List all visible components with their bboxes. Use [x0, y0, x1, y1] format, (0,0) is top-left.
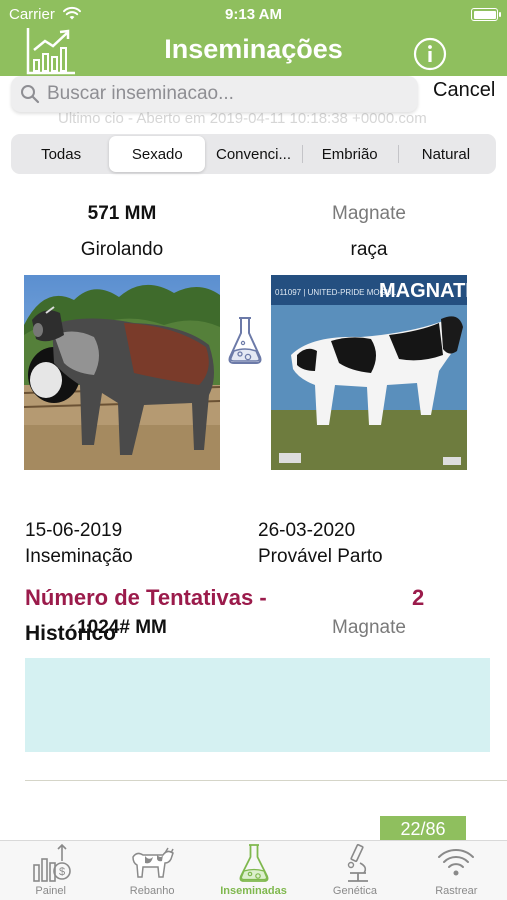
bull-photo: 011097 | UNITED-PRIDE MOGUL MAGNATE	[271, 275, 467, 470]
wifi-signal-icon	[438, 848, 475, 876]
tab-genetica[interactable]: Genética	[304, 841, 405, 900]
next-bull-name[interactable]: Magnate	[271, 617, 467, 639]
app-screen: Carrier 9:13 AM Inseminações Ultimo cio …	[0, 0, 507, 900]
tab-label: Genética	[332, 885, 377, 897]
tab-rastrear[interactable]: Rastrear	[406, 841, 507, 900]
due-date-label: Provável Parto	[258, 546, 383, 567]
cow-id: 571 MM	[87, 203, 157, 224]
bull-breed: raça	[350, 239, 388, 260]
segment-embriao[interactable]: Embrião	[301, 136, 398, 172]
history-box	[25, 658, 490, 752]
tab-painel[interactable]: $ Painel	[0, 841, 101, 900]
search-input[interactable]	[47, 80, 407, 108]
info-icon[interactable]	[413, 37, 447, 71]
tab-inseminadas[interactable]: Inseminadas	[203, 841, 304, 900]
segment-sexado[interactable]: Sexado	[109, 136, 206, 172]
microscope-icon	[347, 844, 368, 882]
segment-natural[interactable]: Natural	[397, 136, 494, 172]
cancel-button[interactable]: Cancel	[433, 79, 495, 102]
attempts-count: 2	[412, 585, 425, 610]
status-bar: Carrier 9:13 AM	[0, 6, 507, 24]
insemination-label: Inseminação	[25, 546, 133, 567]
attempts-label: Número de Tentativas -	[25, 585, 267, 610]
svg-text:$: $	[59, 866, 65, 878]
search-icon	[21, 85, 40, 104]
segment-todas[interactable]: Todas	[13, 136, 109, 172]
cow-icon	[132, 847, 175, 878]
next-cow-id[interactable]: 1024# MM	[24, 617, 220, 639]
dashboard-money-icon: $	[32, 843, 71, 882]
search-field[interactable]	[11, 76, 418, 112]
tab-label: Inseminadas	[220, 885, 287, 897]
cow-breed: Girolando	[80, 239, 164, 260]
battery-icon	[471, 8, 501, 21]
due-date: 26-03-2020	[258, 520, 356, 541]
card-divider	[25, 780, 507, 781]
navigation-bar: Carrier 9:13 AM Inseminações	[0, 0, 507, 80]
insemination-date: 15-06-2019	[25, 520, 123, 541]
tab-label: Rastrear	[435, 885, 478, 897]
bull-name: Magnate	[332, 203, 406, 224]
svg-text:MAGNATE: MAGNATE	[379, 280, 467, 302]
segment-convencional[interactable]: Convenci...	[205, 136, 301, 172]
pagination-counter: 22/86	[380, 816, 466, 842]
tab-rebanho[interactable]: Rebanho	[101, 841, 202, 900]
tab-label: Painel	[35, 885, 66, 897]
cow-photo	[24, 275, 220, 470]
flask-icon	[239, 844, 268, 882]
flask-icon	[228, 317, 262, 364]
tab-label: Rebanho	[129, 885, 175, 897]
clock: 9:13 AM	[225, 6, 282, 23]
tab-bar: $ Painel Rebanho Inseminadas Genética Ra…	[0, 840, 507, 900]
filter-segmented-control: Todas Sexado Convenci... Embrião Natural	[11, 134, 496, 174]
background-ghost-text: Ultimo cio - Aberto em 2019-04-11 10:18:…	[58, 110, 427, 127]
search-bar: Ultimo cio - Aberto em 2019-04-11 10:18:…	[0, 76, 507, 127]
